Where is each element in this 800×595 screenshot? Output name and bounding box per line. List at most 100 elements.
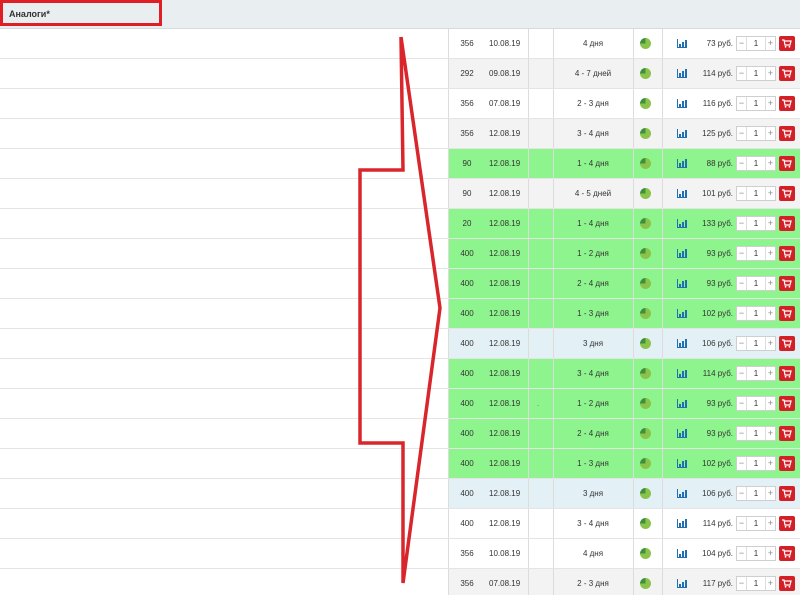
quantity-stepper[interactable]: −1 +	[736, 306, 776, 321]
quantity-stepper[interactable]: −1 +	[736, 486, 776, 501]
add-to-cart-button[interactable]	[779, 336, 795, 351]
bar-chart-icon[interactable]	[674, 119, 688, 148]
bar-chart-icon[interactable]	[674, 209, 688, 238]
increment-button[interactable]: +	[765, 67, 775, 80]
increment-button[interactable]: +	[765, 397, 775, 410]
add-to-cart-button[interactable]	[779, 516, 795, 531]
bar-chart-icon[interactable]	[674, 419, 688, 448]
add-to-cart-button[interactable]	[779, 396, 795, 411]
quantity-stepper[interactable]: −1 +	[736, 516, 776, 531]
quantity-value[interactable]: 1	[747, 337, 765, 350]
bar-chart-icon[interactable]	[674, 89, 688, 118]
quantity-stepper[interactable]: −1 +	[736, 126, 776, 141]
bar-chart-icon[interactable]	[674, 239, 688, 268]
quantity-stepper[interactable]: −1 +	[736, 216, 776, 231]
bar-chart-icon[interactable]	[674, 509, 688, 538]
add-to-cart-button[interactable]	[779, 276, 795, 291]
add-to-cart-button[interactable]	[779, 486, 795, 501]
increment-button[interactable]: +	[765, 517, 775, 530]
bar-chart-icon[interactable]	[674, 569, 688, 595]
add-to-cart-button[interactable]	[779, 156, 795, 171]
bar-chart-icon[interactable]	[674, 29, 688, 58]
quantity-value[interactable]: 1	[747, 517, 765, 530]
decrement-button[interactable]: −	[737, 217, 747, 230]
bar-chart-icon[interactable]	[674, 59, 688, 88]
quantity-stepper[interactable]: −1 +	[736, 426, 776, 441]
add-to-cart-button[interactable]	[779, 66, 795, 81]
increment-button[interactable]: +	[765, 577, 775, 590]
decrement-button[interactable]: −	[737, 367, 747, 380]
bar-chart-icon[interactable]	[674, 539, 688, 568]
increment-button[interactable]: +	[765, 487, 775, 500]
bar-chart-icon[interactable]	[674, 269, 688, 298]
decrement-button[interactable]: −	[737, 307, 747, 320]
bar-chart-icon[interactable]	[674, 359, 688, 388]
quantity-value[interactable]: 1	[747, 577, 765, 590]
increment-button[interactable]: +	[765, 337, 775, 350]
increment-button[interactable]: +	[765, 37, 775, 50]
quantity-value[interactable]: 1	[747, 307, 765, 320]
quantity-stepper[interactable]: −1 +	[736, 336, 776, 351]
decrement-button[interactable]: −	[737, 577, 747, 590]
quantity-value[interactable]: 1	[747, 547, 765, 560]
quantity-stepper[interactable]: −1 +	[736, 456, 776, 471]
quantity-stepper[interactable]: −1 +	[736, 246, 776, 261]
add-to-cart-button[interactable]	[779, 216, 795, 231]
quantity-value[interactable]: 1	[747, 187, 765, 200]
quantity-value[interactable]: 1	[747, 217, 765, 230]
increment-button[interactable]: +	[765, 97, 775, 110]
quantity-value[interactable]: 1	[747, 487, 765, 500]
decrement-button[interactable]: −	[737, 457, 747, 470]
quantity-stepper[interactable]: −1 +	[736, 36, 776, 51]
decrement-button[interactable]: −	[737, 517, 747, 530]
decrement-button[interactable]: −	[737, 247, 747, 260]
decrement-button[interactable]: −	[737, 97, 747, 110]
increment-button[interactable]: +	[765, 157, 775, 170]
increment-button[interactable]: +	[765, 547, 775, 560]
quantity-value[interactable]: 1	[747, 67, 765, 80]
increment-button[interactable]: +	[765, 187, 775, 200]
add-to-cart-button[interactable]	[779, 246, 795, 261]
decrement-button[interactable]: −	[737, 397, 747, 410]
add-to-cart-button[interactable]	[779, 36, 795, 51]
decrement-button[interactable]: −	[737, 277, 747, 290]
quantity-value[interactable]: 1	[747, 247, 765, 260]
decrement-button[interactable]: −	[737, 487, 747, 500]
decrement-button[interactable]: −	[737, 157, 747, 170]
quantity-stepper[interactable]: −1 +	[736, 546, 776, 561]
add-to-cart-button[interactable]	[779, 426, 795, 441]
increment-button[interactable]: +	[765, 457, 775, 470]
quantity-value[interactable]: 1	[747, 397, 765, 410]
add-to-cart-button[interactable]	[779, 576, 795, 591]
bar-chart-icon[interactable]	[674, 329, 688, 358]
increment-button[interactable]: +	[765, 247, 775, 260]
quantity-stepper[interactable]: −1 +	[736, 66, 776, 81]
bar-chart-icon[interactable]	[674, 479, 688, 508]
quantity-stepper[interactable]: −1 +	[736, 396, 776, 411]
decrement-button[interactable]: −	[737, 187, 747, 200]
add-to-cart-button[interactable]	[779, 456, 795, 471]
quantity-value[interactable]: 1	[747, 127, 765, 140]
quantity-value[interactable]: 1	[747, 157, 765, 170]
quantity-stepper[interactable]: −1 +	[736, 156, 776, 171]
quantity-stepper[interactable]: −1 +	[736, 276, 776, 291]
quantity-stepper[interactable]: −1 +	[736, 186, 776, 201]
quantity-stepper[interactable]: −1 +	[736, 96, 776, 111]
quantity-value[interactable]: 1	[747, 367, 765, 380]
quantity-value[interactable]: 1	[747, 97, 765, 110]
decrement-button[interactable]: −	[737, 427, 747, 440]
bar-chart-icon[interactable]	[674, 149, 688, 178]
quantity-value[interactable]: 1	[747, 457, 765, 470]
add-to-cart-button[interactable]	[779, 96, 795, 111]
increment-button[interactable]: +	[765, 217, 775, 230]
decrement-button[interactable]: −	[737, 37, 747, 50]
add-to-cart-button[interactable]	[779, 366, 795, 381]
add-to-cart-button[interactable]	[779, 126, 795, 141]
quantity-stepper[interactable]: −1 +	[736, 366, 776, 381]
increment-button[interactable]: +	[765, 127, 775, 140]
quantity-value[interactable]: 1	[747, 277, 765, 290]
decrement-button[interactable]: −	[737, 337, 747, 350]
bar-chart-icon[interactable]	[674, 389, 688, 418]
quantity-stepper[interactable]: −1 +	[736, 576, 776, 591]
decrement-button[interactable]: −	[737, 127, 747, 140]
